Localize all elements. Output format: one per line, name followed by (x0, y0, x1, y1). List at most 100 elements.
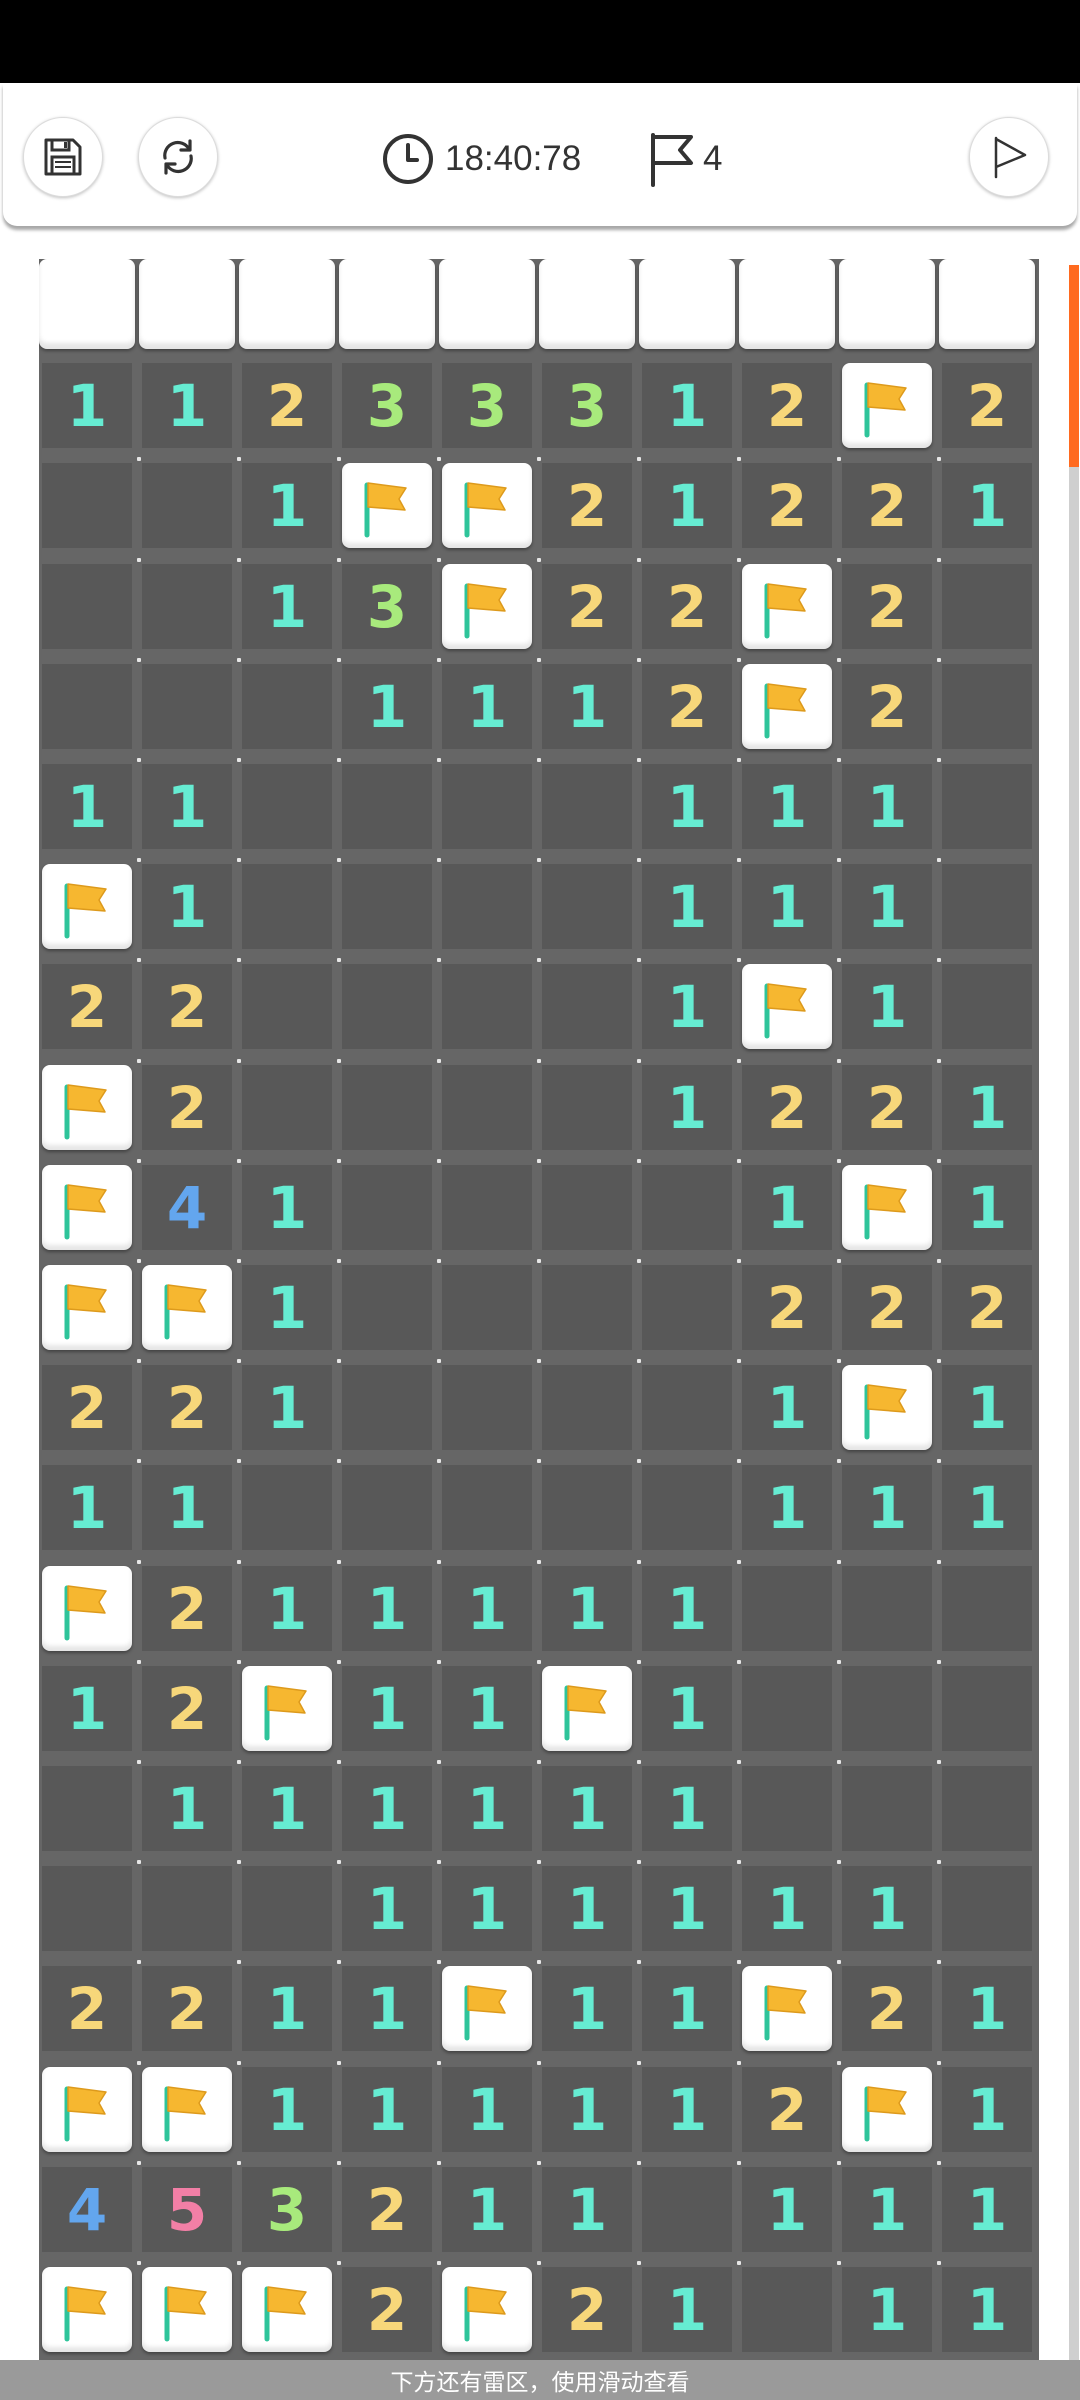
number-cell[interactable]: 1 (242, 1265, 332, 1350)
number-cell[interactable]: 4 (142, 1165, 232, 1250)
number-cell[interactable]: 1 (542, 1866, 632, 1951)
number-cell[interactable]: 1 (842, 2167, 932, 2252)
number-cell[interactable]: 1 (942, 2267, 1032, 2352)
number-cell[interactable]: 2 (142, 1666, 232, 1751)
number-cell[interactable]: 1 (442, 1566, 532, 1651)
number-cell[interactable]: 1 (642, 1966, 732, 2051)
number-cell[interactable]: 1 (142, 1766, 232, 1851)
empty-cell[interactable] (442, 1065, 532, 1150)
restart-button[interactable] (138, 117, 218, 197)
empty-cell[interactable] (342, 1265, 432, 1350)
number-cell[interactable]: 2 (942, 1265, 1032, 1350)
number-cell[interactable]: 1 (742, 2167, 832, 2252)
number-cell[interactable]: 1 (242, 1566, 332, 1651)
number-cell[interactable]: 1 (842, 864, 932, 949)
number-cell[interactable]: 1 (942, 1065, 1032, 1150)
number-cell[interactable]: 1 (842, 1465, 932, 1550)
number-cell[interactable]: 1 (542, 2067, 632, 2152)
empty-cell[interactable] (842, 1566, 932, 1651)
empty-cell[interactable] (642, 2167, 732, 2252)
empty-cell[interactable] (342, 1365, 432, 1450)
number-cell[interactable]: 1 (42, 1666, 132, 1751)
number-cell[interactable]: 2 (142, 964, 232, 1049)
number-cell[interactable]: 1 (942, 2067, 1032, 2152)
number-cell[interactable]: 1 (842, 2267, 932, 2352)
empty-cell[interactable] (342, 1065, 432, 1150)
flagged-cell[interactable] (42, 1165, 132, 1250)
flagged-cell[interactable] (542, 1666, 632, 1751)
number-cell[interactable]: 1 (442, 1866, 532, 1951)
number-cell[interactable]: 2 (842, 463, 932, 548)
flagged-cell[interactable] (142, 2067, 232, 2152)
number-cell[interactable]: 1 (842, 764, 932, 849)
hidden-cell[interactable] (439, 259, 535, 349)
hidden-cell[interactable] (339, 259, 435, 349)
empty-cell[interactable] (442, 1465, 532, 1550)
flagged-cell[interactable] (42, 864, 132, 949)
number-cell[interactable]: 2 (842, 1065, 932, 1150)
empty-cell[interactable] (142, 564, 232, 649)
empty-cell[interactable] (142, 463, 232, 548)
number-cell[interactable]: 1 (142, 764, 232, 849)
hidden-cell[interactable] (939, 259, 1035, 349)
flagged-cell[interactable] (42, 1566, 132, 1651)
number-cell[interactable]: 1 (742, 1866, 832, 1951)
flagged-cell[interactable] (442, 1966, 532, 2051)
number-cell[interactable]: 2 (142, 1966, 232, 2051)
flagged-cell[interactable] (842, 363, 932, 448)
hidden-cell[interactable] (239, 259, 335, 349)
flagged-cell[interactable] (142, 1265, 232, 1350)
number-cell[interactable]: 2 (542, 2267, 632, 2352)
number-cell[interactable]: 2 (342, 2167, 432, 2252)
flagged-cell[interactable] (442, 2267, 532, 2352)
number-cell[interactable]: 1 (442, 1666, 532, 1751)
number-cell[interactable]: 2 (142, 1566, 232, 1651)
number-cell[interactable]: 2 (742, 463, 832, 548)
number-cell[interactable]: 1 (942, 463, 1032, 548)
empty-cell[interactable] (42, 1766, 132, 1851)
number-cell[interactable]: 4 (42, 2167, 132, 2252)
number-cell[interactable]: 2 (842, 1966, 932, 2051)
empty-cell[interactable] (942, 664, 1032, 749)
number-cell[interactable]: 2 (242, 363, 332, 448)
number-cell[interactable]: 1 (42, 764, 132, 849)
empty-cell[interactable] (542, 764, 632, 849)
scrollbar-track[interactable] (1069, 265, 1079, 2360)
number-cell[interactable]: 1 (242, 1165, 332, 1250)
empty-cell[interactable] (42, 564, 132, 649)
number-cell[interactable]: 1 (942, 2167, 1032, 2252)
empty-cell[interactable] (442, 1365, 532, 1450)
empty-cell[interactable] (942, 564, 1032, 649)
number-cell[interactable]: 1 (442, 2067, 532, 2152)
number-cell[interactable]: 1 (342, 2067, 432, 2152)
hidden-cell[interactable] (139, 259, 235, 349)
flagged-cell[interactable] (442, 564, 532, 649)
number-cell[interactable]: 2 (142, 1065, 232, 1150)
empty-cell[interactable] (442, 864, 532, 949)
empty-cell[interactable] (742, 2267, 832, 2352)
number-cell[interactable]: 1 (742, 1165, 832, 1250)
number-cell[interactable]: 3 (342, 564, 432, 649)
hidden-cell[interactable] (539, 259, 635, 349)
empty-cell[interactable] (642, 1265, 732, 1350)
empty-cell[interactable] (942, 864, 1032, 949)
number-cell[interactable]: 2 (842, 1265, 932, 1350)
number-cell[interactable]: 1 (642, 2267, 732, 2352)
empty-cell[interactable] (442, 764, 532, 849)
flagged-cell[interactable] (242, 2267, 332, 2352)
flagged-cell[interactable] (842, 1165, 932, 1250)
number-cell[interactable]: 1 (542, 1966, 632, 2051)
number-cell[interactable]: 1 (142, 864, 232, 949)
number-cell[interactable]: 2 (142, 1365, 232, 1450)
empty-cell[interactable] (942, 764, 1032, 849)
number-cell[interactable]: 5 (142, 2167, 232, 2252)
empty-cell[interactable] (942, 964, 1032, 1049)
number-cell[interactable]: 1 (342, 1766, 432, 1851)
number-cell[interactable]: 1 (342, 1866, 432, 1951)
number-cell[interactable]: 1 (442, 664, 532, 749)
flagged-cell[interactable] (742, 964, 832, 1049)
number-cell[interactable]: 1 (42, 363, 132, 448)
flagged-cell[interactable] (42, 2267, 132, 2352)
number-cell[interactable]: 1 (942, 1966, 1032, 2051)
number-cell[interactable]: 1 (742, 1465, 832, 1550)
